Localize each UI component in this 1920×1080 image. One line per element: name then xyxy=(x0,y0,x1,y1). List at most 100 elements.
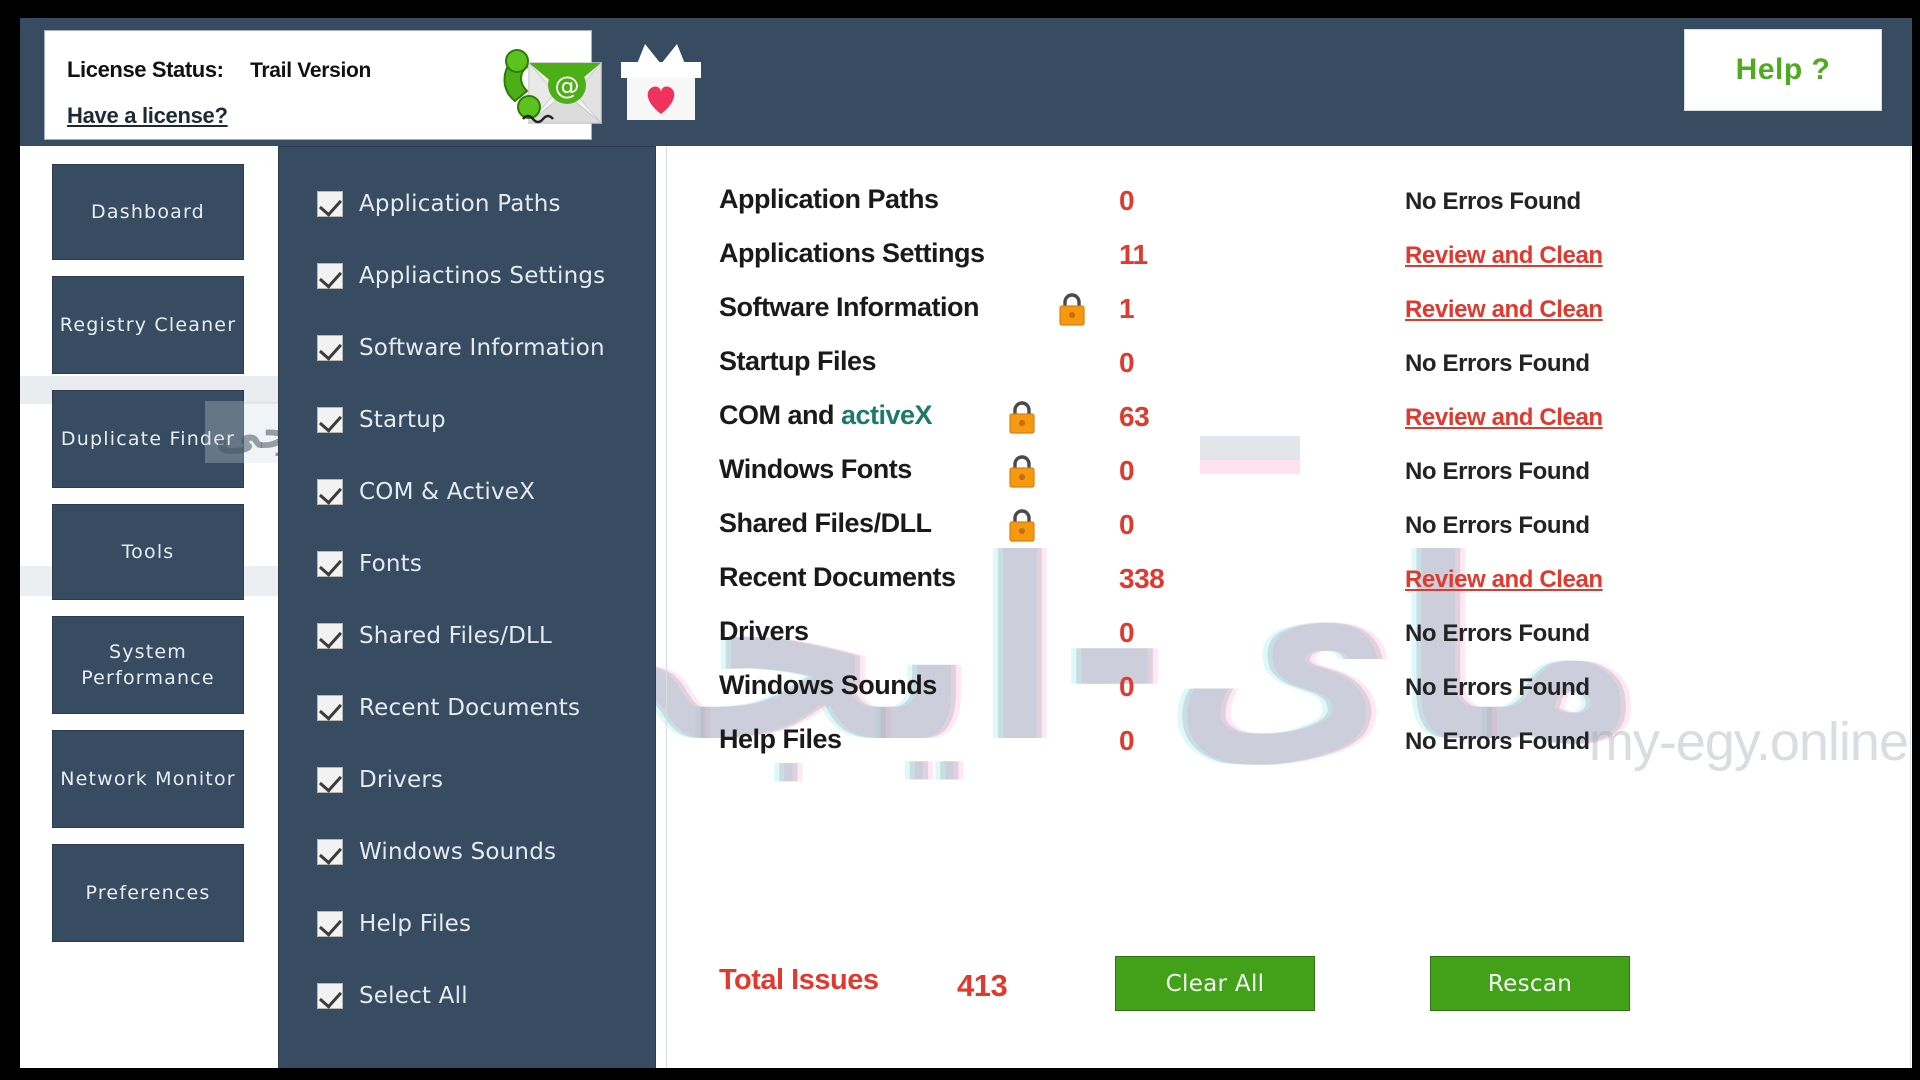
checkmark-icon[interactable] xyxy=(317,983,343,1009)
application-window: License Status: Trail Version Have a lic… xyxy=(0,0,1920,1080)
review-and-clean-link[interactable]: Review and Clean xyxy=(1405,404,1603,432)
checkmark-icon[interactable] xyxy=(317,263,343,289)
result-row: Startup Files 0 No Errors Found xyxy=(667,346,1912,408)
result-category-name: Help Files xyxy=(719,724,842,754)
result-row: Recent Documents 338 Review and Clean xyxy=(667,562,1912,624)
sidebar-item-system-performance[interactable]: System Performance xyxy=(52,616,244,714)
sidebar-navigation: Dashboard Registry Cleaner Duplicate Finde… xyxy=(42,146,254,1068)
result-row: Shared Files/DLL 0 No Errors Found xyxy=(667,508,1912,570)
checkbox-label: Help Files xyxy=(359,911,472,937)
checkbox-label: Select All xyxy=(359,983,468,1009)
result-status-text: No Errors Found xyxy=(1405,350,1590,377)
checkmark-icon[interactable] xyxy=(317,767,343,793)
result-row: Help Files 0 No Errors Found xyxy=(667,724,1912,786)
sidebar-item-registry-cleaner[interactable]: Registry Cleaner xyxy=(52,276,244,374)
checkbox-label: Fonts xyxy=(359,551,423,577)
result-row: Applications Settings 11 Review and Clean xyxy=(667,238,1912,300)
result-category-name: Applications Settings xyxy=(719,238,985,268)
sidebar-item-tools[interactable]: Tools xyxy=(52,504,244,600)
clear-all-label: Clear All xyxy=(1165,970,1265,997)
lock-icon xyxy=(1007,508,1037,542)
sidebar-item-label: Dashboard xyxy=(91,201,205,223)
checkbox-row-drivers[interactable]: Drivers xyxy=(317,763,443,797)
result-row: COM and activeX 63 Review and Clean xyxy=(667,400,1912,462)
review-and-clean-link[interactable]: Review and Clean xyxy=(1405,296,1603,324)
result-issue-count: 0 xyxy=(1119,185,1135,216)
total-issues-label: Total Issues xyxy=(719,964,879,996)
result-status-text: No Errors Found xyxy=(1405,620,1590,647)
sidebar-item-label: Tools xyxy=(121,541,175,563)
checkbox-row-fonts[interactable]: Fonts xyxy=(317,547,422,581)
sidebar-item-label: Duplicate Finder xyxy=(60,428,236,450)
checkmark-icon[interactable] xyxy=(317,335,343,361)
total-issues-value: 413 xyxy=(957,968,1008,1003)
checkmark-icon[interactable] xyxy=(317,191,343,217)
result-category-name: Windows Sounds xyxy=(719,670,937,700)
checkbox-label: Drivers xyxy=(359,767,444,793)
result-issue-count: 63 xyxy=(1119,401,1150,432)
result-category-name: Drivers xyxy=(719,616,809,646)
review-and-clean-link[interactable]: Review and Clean xyxy=(1405,566,1603,594)
sidebar-item-preferences[interactable]: Preferences xyxy=(52,844,244,942)
checkbox-label: COM & ActiveX xyxy=(359,479,536,505)
result-issue-count: 0 xyxy=(1119,725,1135,756)
result-issue-count: 0 xyxy=(1119,509,1135,540)
checkbox-row-startup[interactable]: Startup xyxy=(317,403,446,437)
result-category-name-highlight: activeX xyxy=(841,400,933,430)
checkmark-icon[interactable] xyxy=(317,551,343,577)
checkmark-icon[interactable] xyxy=(317,407,343,433)
checkbox-label: Software Information xyxy=(359,335,605,361)
sidebar-item-label: Network Monitor xyxy=(60,768,236,790)
help-button[interactable]: Help ? xyxy=(1684,29,1882,111)
checkbox-row-com-activex[interactable]: COM & ActiveX xyxy=(317,475,535,509)
result-status-text: No Erros Found xyxy=(1405,188,1581,215)
result-issue-count: 1 xyxy=(1119,293,1135,324)
result-status-text: No Errors Found xyxy=(1405,728,1590,755)
clear-all-button[interactable]: Clear All xyxy=(1115,956,1315,1011)
checkbox-row-application-paths[interactable]: Application Paths xyxy=(317,187,561,221)
checkmark-icon[interactable] xyxy=(317,911,343,937)
result-category-name: Startup Files xyxy=(719,346,877,376)
checkbox-row-shared-files-dll[interactable]: Shared Files/DLL xyxy=(317,619,552,653)
checkbox-row-windows-sounds[interactable]: Windows Sounds xyxy=(317,835,556,869)
sidebar-item-network-monitor[interactable]: Network Monitor xyxy=(52,730,244,828)
result-category-name: Software Information xyxy=(719,292,980,322)
license-status-label: License Status: xyxy=(67,57,224,82)
have-a-license-link[interactable]: Have a license? xyxy=(67,103,228,129)
sidebar-item-dashboard[interactable]: Dashboard xyxy=(52,164,244,260)
lock-icon xyxy=(1007,454,1037,488)
checkbox-row-recent-documents[interactable]: Recent Documents xyxy=(317,691,580,725)
checkbox-row-software-information[interactable]: Software Information xyxy=(317,331,605,365)
scan-options-panel: Application Paths Appliactinos Settings So… xyxy=(278,146,656,1068)
checkbox-label: Recent Documents xyxy=(359,695,581,721)
sidebar-item-duplicate-finder[interactable]: Duplicate Finder xyxy=(52,390,244,488)
checkbox-row-select-all[interactable]: Select All xyxy=(317,979,468,1013)
scan-results-panel: Total Issues 413 Clear All Rescan Applic… xyxy=(666,146,1912,1068)
application-content: License Status: Trail Version Have a lic… xyxy=(20,18,1912,1068)
result-category-name-prefix: COM and xyxy=(719,400,841,430)
checkbox-row-appliactinos-settings[interactable]: Appliactinos Settings xyxy=(317,259,605,293)
review-and-clean-link[interactable]: Review and Clean xyxy=(1405,242,1603,270)
result-status-text: No Errors Found xyxy=(1405,512,1590,539)
checkmark-icon[interactable] xyxy=(317,623,343,649)
result-row: Drivers 0 No Errors Found xyxy=(667,616,1912,678)
svg-text:@: @ xyxy=(555,71,580,100)
license-status-panel: License Status: Trail Version Have a lic… xyxy=(44,30,603,140)
result-status-text: No Errors Found xyxy=(1405,458,1590,485)
license-status-value: Trail Version xyxy=(250,59,372,82)
rescan-label: Rescan xyxy=(1487,970,1573,997)
checkmark-icon[interactable] xyxy=(317,695,343,721)
gift-heart-icon[interactable] xyxy=(615,42,707,124)
license-status-row: License Status: Trail Version xyxy=(67,57,371,83)
header-bar: License Status: Trail Version Have a lic… xyxy=(20,18,1912,146)
checkmark-icon[interactable] xyxy=(317,479,343,505)
help-button-label: Help ? xyxy=(1735,53,1831,86)
checkbox-label: Windows Sounds xyxy=(359,839,557,865)
result-category-name: COM and activeX xyxy=(719,400,933,431)
checkmark-icon[interactable] xyxy=(317,839,343,865)
sidebar-item-label: Registry Cleaner xyxy=(59,314,237,336)
result-status-text: No Errors Found xyxy=(1405,674,1590,701)
rescan-button[interactable]: Rescan xyxy=(1430,956,1630,1011)
checkbox-label: Application Paths xyxy=(359,191,561,217)
checkbox-row-help-files[interactable]: Help Files xyxy=(317,907,471,941)
